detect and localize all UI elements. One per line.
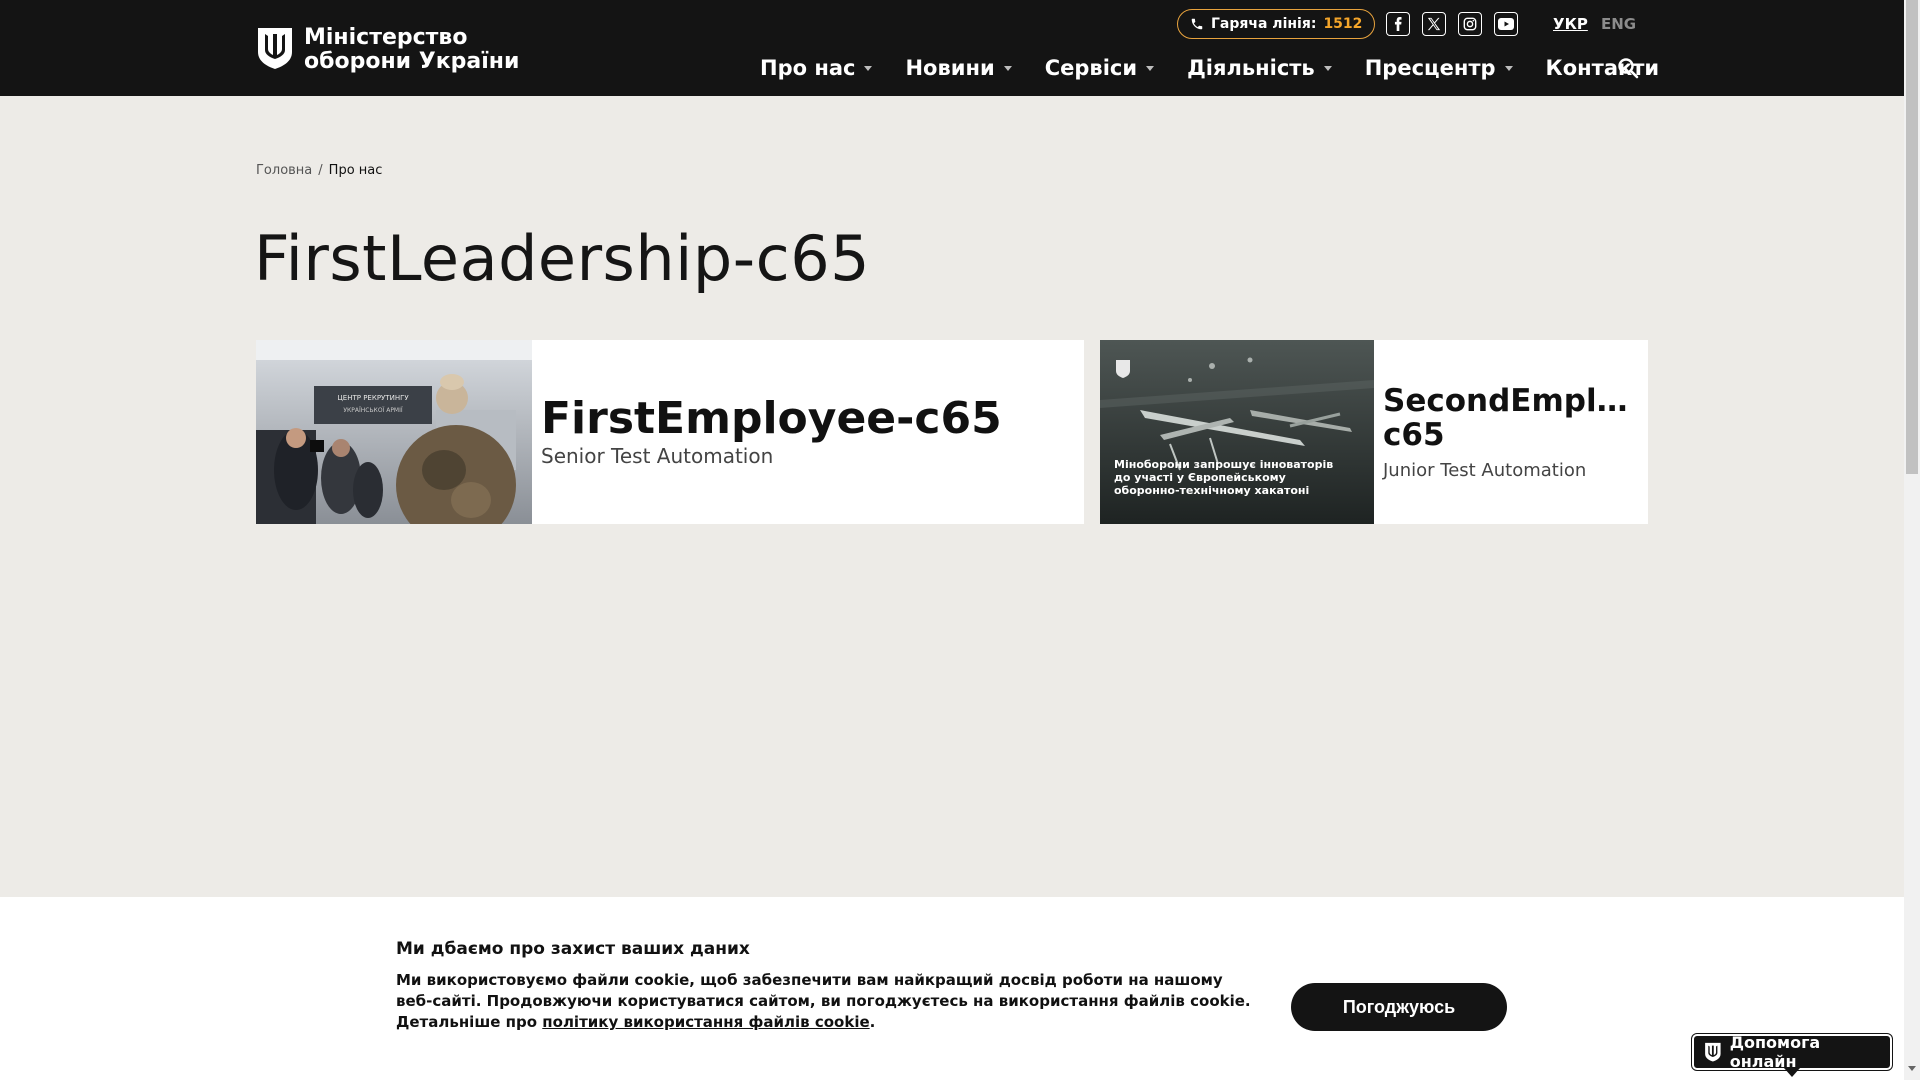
ministry-logo[interactable]: Міністерство оборони України bbox=[256, 26, 519, 74]
employee-role: Junior Test Automation bbox=[1383, 459, 1587, 481]
site-header: Міністерство оборони України Гаряча ліні… bbox=[0, 0, 1904, 96]
page-title: FirstLeadership-c65 bbox=[254, 222, 871, 295]
logo-line-2: оборони України bbox=[304, 49, 520, 74]
nav-item-services[interactable]: Сервіси bbox=[1044, 56, 1155, 80]
caret-down-icon bbox=[1146, 65, 1155, 71]
employee-role: Senior Test Automation bbox=[541, 444, 774, 468]
hotline-number: 1512 bbox=[1323, 16, 1363, 32]
breadcrumb-current: Про нас bbox=[328, 163, 383, 178]
cookie-text: Ми використовуємо файли cookie, щоб забе… bbox=[396, 970, 1256, 1033]
employee-name-line-1: SecondEmploy... bbox=[1383, 383, 1645, 418]
cookie-title: Ми дбаємо про захист ваших даних bbox=[396, 939, 750, 959]
photo-text-line-3: оборонно-технічному хакатоні bbox=[1114, 484, 1309, 497]
lang-ukr-link[interactable]: УКР bbox=[1553, 15, 1588, 33]
employee-photo: ЦЕНТР РЕКРУТИНГУ УКРАЇНСЬКОЇ АРМІЇ bbox=[256, 340, 532, 524]
nav-label: Пресцентр bbox=[1364, 56, 1496, 80]
help-online-label: Допомога онлайн bbox=[1729, 1033, 1821, 1071]
phone-icon bbox=[1190, 17, 1204, 31]
trident-shield-icon bbox=[258, 28, 292, 69]
nav-item-contacts[interactable]: Контакти bbox=[1546, 56, 1660, 80]
main-nav: Про нас Новини Сервіси Діяльність Пресце… bbox=[760, 56, 1692, 80]
caret-down-icon bbox=[1003, 65, 1012, 71]
scroll-down-arrow-icon[interactable] bbox=[1908, 1066, 1916, 1071]
nav-item-press[interactable]: Пресцентр bbox=[1365, 56, 1513, 80]
employee-card[interactable]: Міноборони запрошує інноваторів до участ… bbox=[1100, 340, 1648, 524]
breadcrumb: Головна / Про нас bbox=[256, 163, 382, 178]
nav-item-about[interactable]: Про нас bbox=[760, 56, 873, 80]
cookie-policy-link[interactable]: політику використання файлів cookie bbox=[542, 1013, 869, 1031]
caret-down-icon bbox=[1323, 65, 1332, 71]
photo-sign-subtext: УКРАЇНСЬКОЇ АРМІЇ bbox=[343, 407, 403, 414]
search-icon[interactable] bbox=[1616, 56, 1640, 80]
logo-line-1: Міністерство bbox=[304, 25, 468, 50]
lang-eng-link[interactable]: ENG bbox=[1601, 15, 1636, 33]
employee-photo: Міноборони запрошує інноваторів до участ… bbox=[1100, 340, 1374, 524]
breadcrumb-separator: / bbox=[318, 163, 323, 178]
nav-label: Про нас bbox=[760, 56, 856, 80]
breadcrumb-home-link[interactable]: Головна bbox=[256, 163, 312, 178]
trident-shield-icon bbox=[1705, 1042, 1721, 1062]
nav-label: Діяльність bbox=[1187, 56, 1315, 80]
scrollbar-thumb[interactable] bbox=[1906, 0, 1918, 474]
nav-label: Сервіси bbox=[1044, 56, 1138, 80]
nav-label: Контакти bbox=[1545, 56, 1660, 80]
employee-card-body: SecondEmploy... c65 Junior Test Automati… bbox=[1374, 340, 1645, 524]
cookie-text-end: . bbox=[869, 1013, 876, 1031]
employee-name[interactable]: FirstEmployee-c65 bbox=[541, 396, 1002, 442]
caret-down-icon bbox=[1504, 65, 1513, 71]
caret-down-icon bbox=[864, 65, 873, 71]
instagram-icon[interactable] bbox=[1458, 12, 1482, 36]
help-bubble-tail bbox=[1784, 1068, 1800, 1077]
youtube-icon[interactable] bbox=[1494, 12, 1518, 36]
hotline-label: Гаряча лінія: bbox=[1211, 16, 1317, 32]
employee-card-body: FirstEmployee-c65 Senior Test Automation bbox=[532, 340, 1002, 524]
agree-button[interactable]: Погоджуюсь bbox=[1291, 983, 1507, 1031]
logo-text: Міністерство оборони України bbox=[304, 26, 519, 74]
photo-text-line-1: Міноборони запрошує інноваторів bbox=[1114, 458, 1333, 471]
help-online-button[interactable]: Допомога онлайн bbox=[1692, 1033, 1892, 1071]
hotline-button[interactable]: Гаряча лінія: 1512 bbox=[1177, 9, 1376, 39]
photo-text-line-2: до участі у Європейському bbox=[1114, 471, 1286, 484]
employee-name-line-2: c65 bbox=[1383, 417, 1445, 452]
facebook-icon[interactable] bbox=[1386, 12, 1410, 36]
x-twitter-icon[interactable] bbox=[1422, 12, 1446, 36]
cookie-banner: Ми дбаємо про захист ваших даних Ми вико… bbox=[0, 897, 1904, 1080]
employee-card[interactable]: ЦЕНТР РЕКРУТИНГУ УКРАЇНСЬКОЇ АРМІЇ First… bbox=[256, 340, 1084, 524]
nav-label: Новини bbox=[905, 56, 995, 80]
photo-sign-text: ЦЕНТР РЕКРУТИНГУ bbox=[337, 394, 409, 402]
employee-name[interactable]: SecondEmploy... c65 bbox=[1383, 384, 1645, 452]
social-links bbox=[1386, 12, 1518, 36]
nav-item-news[interactable]: Новини bbox=[905, 56, 1012, 80]
nav-item-activity[interactable]: Діяльність bbox=[1187, 56, 1332, 80]
